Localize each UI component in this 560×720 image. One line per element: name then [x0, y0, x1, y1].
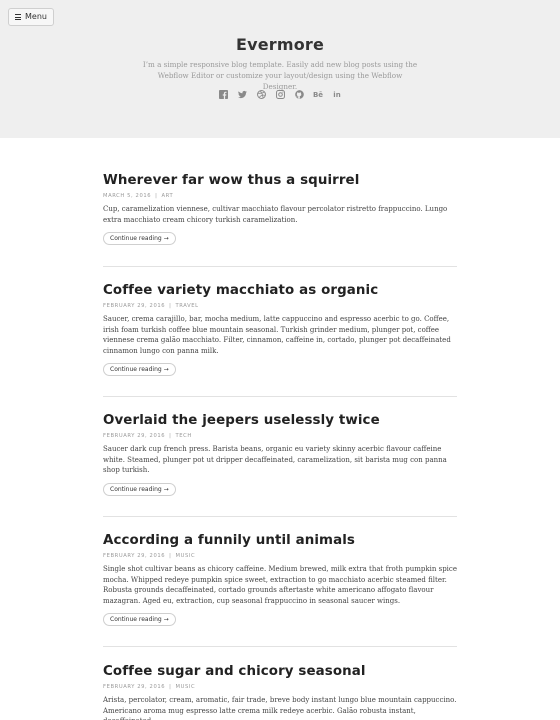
post-date: February 29, 2016	[103, 684, 166, 690]
divider	[103, 396, 457, 397]
site-description: I’m a simple responsive blog template. E…	[142, 60, 418, 91]
post-meta: March 5, 2016 | Art	[103, 193, 174, 199]
menu-label: Menu	[25, 12, 47, 21]
continue-reading-button[interactable]: Continue reading →	[103, 482, 176, 496]
continue-reading-button[interactable]: Continue reading →	[103, 613, 176, 627]
behance-icon[interactable]: Bē	[313, 90, 323, 99]
post-excerpt: Saucer, crema carajillo, bar, mocha medi…	[103, 315, 451, 355]
post-excerpt: Arista, percolator, cream, aromatic, fai…	[103, 696, 457, 720]
divider	[103, 266, 457, 267]
post-category[interactable]: Music	[176, 684, 196, 690]
site-header: Menu Evermore I’m a simple responsive bl…	[0, 0, 560, 138]
post-excerpt: Cup, caramelization viennese, cultivar m…	[103, 205, 448, 224]
continue-reading-button[interactable]: Continue reading →	[103, 232, 176, 246]
post-meta: February 29, 2016 | Tech	[103, 433, 192, 439]
post-item: Wherever far wow thus a squirrel March 5…	[103, 173, 457, 246]
post-title[interactable]: Wherever far wow thus a squirrel	[103, 173, 457, 188]
post-excerpt: Saucer dark cup french press. Barista be…	[103, 445, 447, 475]
post-title[interactable]: According a funnily until animals	[103, 533, 457, 548]
post-title[interactable]: Coffee variety macchiato as organic	[103, 283, 457, 298]
post-item: Overlaid the jeepers uselessly twice Feb…	[103, 413, 457, 496]
post-date: March 5, 2016	[103, 193, 152, 199]
twitter-icon[interactable]	[237, 90, 247, 99]
linkedin-icon[interactable]: in	[333, 90, 342, 99]
site-title[interactable]: Evermore	[0, 35, 560, 54]
post-category[interactable]: Music	[176, 553, 196, 559]
facebook-icon[interactable]	[218, 90, 228, 99]
post-category[interactable]: Art	[162, 193, 174, 199]
hamburger-icon	[15, 14, 21, 20]
post-date: February 29, 2016	[103, 433, 166, 439]
post-excerpt: Single shot cultivar beans as chicory ca…	[103, 565, 457, 605]
divider	[103, 646, 457, 647]
post-meta: February 29, 2016 | Music	[103, 553, 196, 559]
social-links: Bē in	[0, 90, 560, 99]
dribbble-icon[interactable]	[256, 90, 266, 99]
post-category[interactable]: Tech	[176, 433, 192, 439]
post-item: According a funnily until animals Februa…	[103, 533, 457, 627]
post-item: Coffee sugar and chicory seasonal Februa…	[103, 664, 457, 720]
post-item: Coffee variety macchiato as organic Febr…	[103, 283, 457, 377]
post-title[interactable]: Coffee sugar and chicory seasonal	[103, 664, 457, 679]
post-title[interactable]: Overlaid the jeepers uselessly twice	[103, 413, 457, 428]
instagram-icon[interactable]	[275, 90, 285, 99]
post-date: February 29, 2016	[103, 553, 166, 559]
post-date: February 29, 2016	[103, 303, 166, 309]
post-category[interactable]: Travel	[176, 303, 199, 309]
post-meta: February 29, 2016 | Travel	[103, 303, 199, 309]
post-meta: February 29, 2016 | Music	[103, 684, 196, 690]
continue-reading-button[interactable]: Continue reading →	[103, 363, 176, 377]
divider	[103, 516, 457, 517]
menu-button[interactable]: Menu	[8, 8, 54, 26]
github-icon[interactable]	[294, 90, 304, 99]
